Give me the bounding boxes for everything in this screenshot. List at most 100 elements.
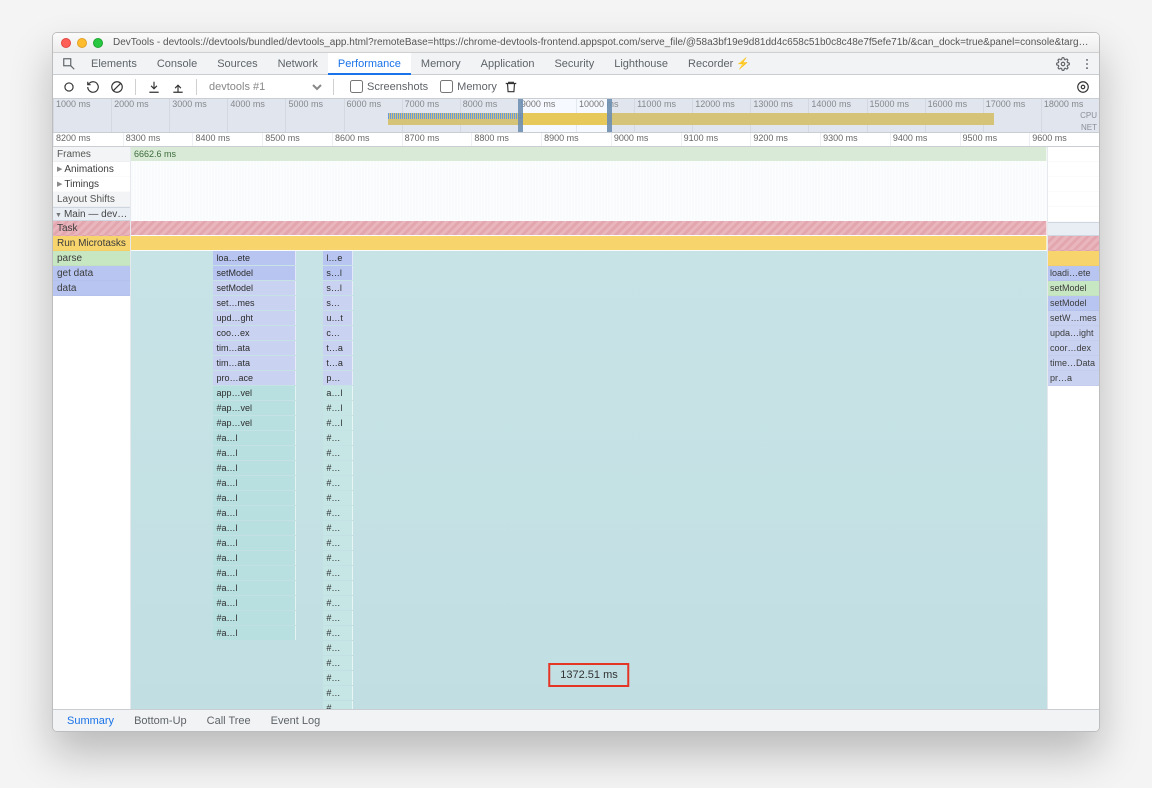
flame-left-microtasks[interactable]: Run Microtasks [53, 236, 130, 251]
flame-c2-5[interactable]: c… [323, 326, 352, 340]
tab-lighthouse[interactable]: Lighthouse [604, 53, 678, 75]
flame-right-task[interactable] [1048, 236, 1099, 251]
flame-c1-2[interactable]: setModel [213, 281, 295, 295]
flame-c2-2[interactable]: s…l [323, 281, 352, 295]
overview-timeline[interactable]: 1000 ms2000 ms3000 ms4000 ms5000 ms6000 … [53, 99, 1099, 133]
flame-left-data[interactable]: data [53, 281, 130, 296]
flame-c1-4[interactable]: upd…ght [213, 311, 295, 325]
flame-right-6[interactable]: time…Data [1048, 356, 1099, 371]
record-button[interactable] [59, 77, 79, 97]
btab-summary[interactable]: Summary [57, 710, 124, 732]
flame-c2-26[interactable]: #… [323, 641, 352, 655]
btab-event-log[interactable]: Event Log [261, 710, 331, 732]
flame-c1-12[interactable]: #a…l [213, 431, 295, 445]
save-profile-button[interactable] [168, 77, 188, 97]
flame-c1-14[interactable]: #a…l [213, 461, 295, 475]
flame-c2-0[interactable]: l…e [323, 251, 352, 265]
tab-console[interactable]: Console [147, 53, 207, 75]
flame-c1-3[interactable]: set…mes [213, 296, 295, 310]
flamechart-main[interactable]: 6662.6 msloa…etesetModelsetModelset…mesu… [131, 147, 1047, 709]
flame-c2-27[interactable]: #… [323, 656, 352, 670]
flame-left-parse[interactable]: parse [53, 251, 130, 266]
flame-c2-7[interactable]: t…a [323, 356, 352, 370]
flame-c2-13[interactable]: #… [323, 446, 352, 460]
flame-c1-23[interactable]: #a…l [213, 596, 295, 610]
flame-c2-4[interactable]: u…t [323, 311, 352, 325]
capture-settings-icon[interactable] [1073, 77, 1093, 97]
flame-c1-5[interactable]: coo…ex [213, 326, 295, 340]
tab-elements[interactable]: Elements [81, 53, 147, 75]
flame-c1-10[interactable]: #ap…vel [213, 401, 295, 415]
flame-c1-1[interactable]: setModel [213, 266, 295, 280]
tab-network[interactable]: Network [268, 53, 328, 75]
flame-right-3[interactable]: setW…mes [1048, 311, 1099, 326]
flame-c1-22[interactable]: #a…l [213, 581, 295, 595]
flame-c1-16[interactable]: #a…l [213, 491, 295, 505]
flame-left-task[interactable]: Task [53, 221, 130, 236]
zoom-window-button[interactable] [93, 38, 103, 48]
flame-right-4[interactable]: upda…ight [1048, 326, 1099, 341]
tab-security[interactable]: Security [544, 53, 604, 75]
flame-c1-9[interactable]: app…vel [213, 386, 295, 400]
track-frames[interactable]: Frames [53, 147, 130, 162]
flame-c1-21[interactable]: #a…l [213, 566, 295, 580]
flame-c1-11[interactable]: #ap…vel [213, 416, 295, 430]
tab-memory[interactable]: Memory [411, 53, 471, 75]
flame-c1-17[interactable]: #a…l [213, 506, 295, 520]
minimize-window-button[interactable] [77, 38, 87, 48]
track-animations[interactable]: Animations [53, 162, 130, 177]
flame-c1-24[interactable]: #a…l [213, 611, 295, 625]
flame-c1-19[interactable]: #a…l [213, 536, 295, 550]
profile-select[interactable]: devtools #1 [205, 80, 325, 94]
flame-microtasks[interactable] [131, 236, 1047, 250]
flame-right-7[interactable]: pr…a [1048, 371, 1099, 386]
overview-handle-right[interactable] [607, 99, 612, 132]
btab-call-tree[interactable]: Call Tree [197, 710, 261, 732]
tab-sources[interactable]: Sources [207, 53, 267, 75]
flame-c2-17[interactable]: #… [323, 506, 352, 520]
garbage-collect-button[interactable] [501, 77, 521, 97]
flame-c2-18[interactable]: #… [323, 521, 352, 535]
memory-checkbox-input[interactable] [440, 80, 453, 93]
flame-frames[interactable]: 6662.6 ms [131, 147, 1047, 161]
flame-c1-6[interactable]: tim…ata [213, 341, 295, 355]
overview-handle-left[interactable] [518, 99, 523, 132]
flame-task[interactable] [131, 221, 1047, 235]
flame-c2-12[interactable]: #… [323, 431, 352, 445]
flame-c2-15[interactable]: #… [323, 476, 352, 490]
flame-c2-9[interactable]: a…l [323, 386, 352, 400]
track-layout-shifts[interactable]: Layout Shifts [53, 192, 130, 207]
flame-c2-1[interactable]: s…l [323, 266, 352, 280]
flame-c2-16[interactable]: #… [323, 491, 352, 505]
btab-bottom-up[interactable]: Bottom-Up [124, 710, 197, 732]
track-timings[interactable]: Timings [53, 177, 130, 192]
flame-c2-28[interactable]: #… [323, 671, 352, 685]
flame-right-0[interactable]: loadi…ete [1048, 266, 1099, 281]
flame-c2-30[interactable]: #… [323, 701, 352, 709]
flame-c2-24[interactable]: #… [323, 611, 352, 625]
clear-button[interactable] [107, 77, 127, 97]
flame-c2-6[interactable]: t…a [323, 341, 352, 355]
flame-c2-29[interactable]: #… [323, 686, 352, 700]
flame-c2-8[interactable]: p… [323, 371, 352, 385]
flame-c2-11[interactable]: #…l [323, 416, 352, 430]
flame-c2-21[interactable]: #… [323, 566, 352, 580]
tab-performance[interactable]: Performance [328, 53, 411, 75]
tab-recorder[interactable]: Recorder ⚡ [678, 53, 760, 75]
flame-c2-20[interactable]: #… [323, 551, 352, 565]
flame-right-micro[interactable] [1048, 251, 1099, 266]
flame-c2-23[interactable]: #… [323, 596, 352, 610]
memory-checkbox[interactable]: Memory [440, 80, 497, 93]
flame-c2-25[interactable]: #… [323, 626, 352, 640]
flame-c2-3[interactable]: s… [323, 296, 352, 310]
flame-c2-22[interactable]: #… [323, 581, 352, 595]
reload-record-button[interactable] [83, 77, 103, 97]
flame-c1-7[interactable]: tim…ata [213, 356, 295, 370]
flame-c1-20[interactable]: #a…l [213, 551, 295, 565]
flame-c1-0[interactable]: loa…ete [213, 251, 295, 265]
close-window-button[interactable] [61, 38, 71, 48]
flame-right-1[interactable]: setModel [1048, 281, 1099, 296]
detail-ruler[interactable]: 8200 ms8300 ms8400 ms8500 ms8600 ms8700 … [53, 133, 1099, 147]
flamechart-area[interactable]: FramesAnimationsTimingsLayout Shifts▼Mai… [53, 147, 1099, 709]
flame-right-2[interactable]: setModel [1048, 296, 1099, 311]
